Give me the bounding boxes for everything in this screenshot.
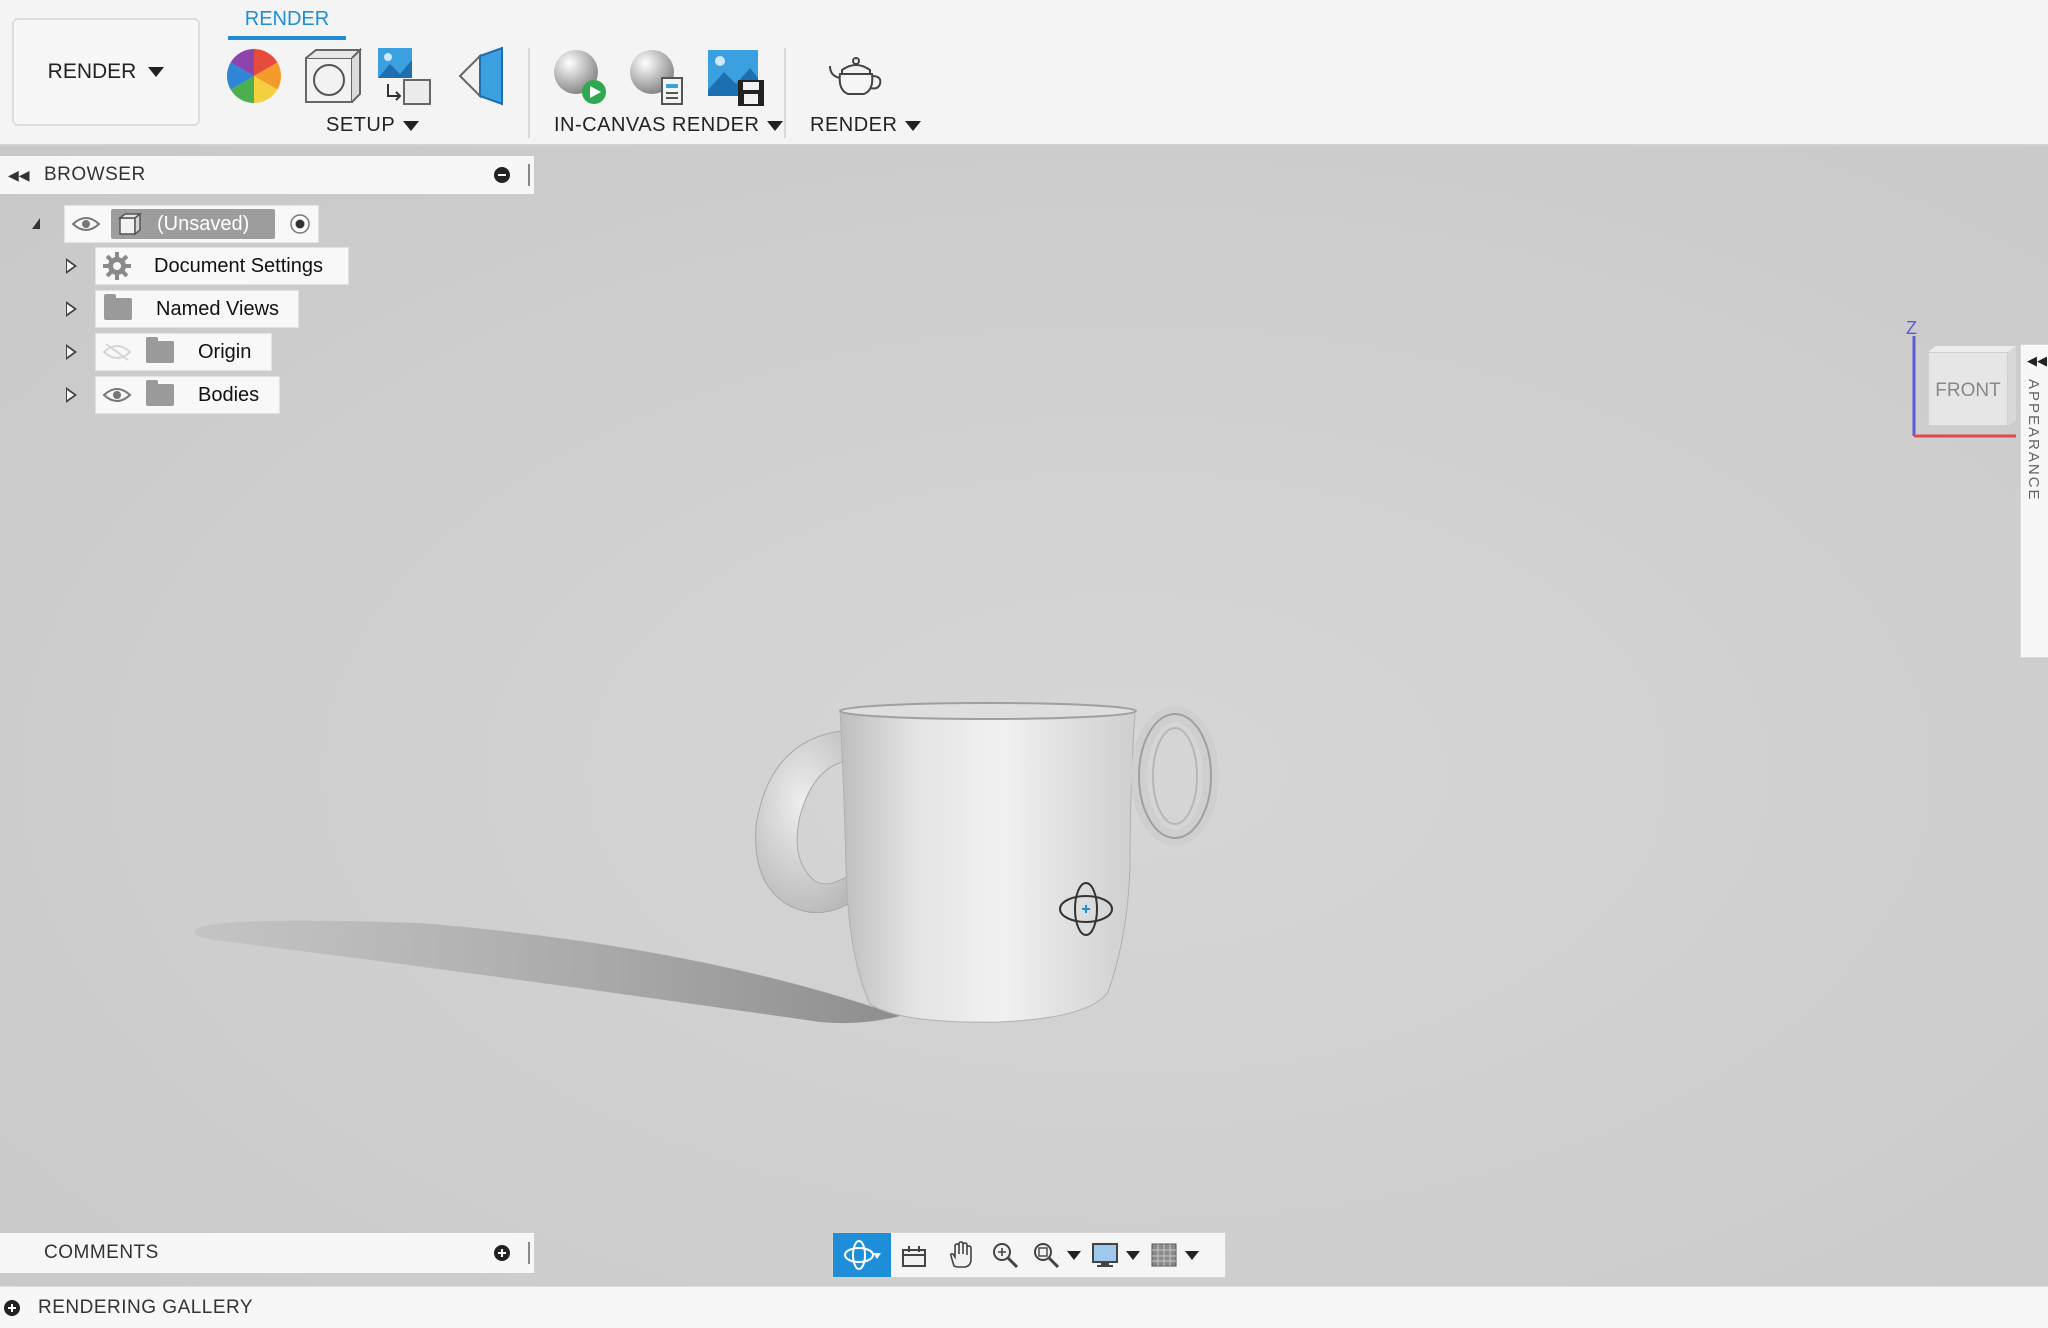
comments-panel[interactable]: COMMENTS (0, 1233, 534, 1273)
decal-icon (458, 46, 503, 106)
rendering-gallery-bar[interactable]: RENDERING GALLERY (0, 1286, 2048, 1328)
zoom-button[interactable] (983, 1233, 1027, 1277)
collapse-panel-icon[interactable]: ◀◀ (8, 167, 30, 184)
tab-render[interactable]: RENDER (228, 6, 346, 40)
browser-item-named-views[interactable]: Named Views (95, 290, 299, 328)
viewcube[interactable]: Z X FRONT (1900, 314, 2040, 454)
expand-icon[interactable] (66, 258, 77, 274)
render-group-label[interactable]: RENDER (810, 114, 922, 137)
render-settings-icon (630, 50, 683, 105)
eye-icon (102, 388, 132, 402)
item-label: Named Views (156, 297, 280, 320)
item-label: Bodies (198, 383, 260, 406)
expand-panel-icon: ◀◀ (2027, 353, 2047, 368)
item-label: Origin (198, 340, 252, 363)
item-label: Document Settings (154, 254, 323, 277)
root-node-label: (Unsaved) (157, 212, 250, 235)
pan-button[interactable] (937, 1233, 983, 1277)
orbit-icon (844, 1240, 881, 1270)
zoom-icon (993, 1243, 1019, 1269)
resize-grip[interactable] (528, 164, 530, 186)
chevron-down-icon (905, 120, 922, 131)
grid-settings-button[interactable] (1145, 1233, 1203, 1277)
collapse-root-icon[interactable] (32, 218, 40, 229)
toolbar: RENDER RENDER SETUP IN-CANVAS RENDER REN… (0, 0, 2048, 145)
chevron-down-icon[interactable] (1185, 1250, 1199, 1260)
capture-image-icon (708, 50, 764, 106)
viewcube-z-label: Z (1906, 318, 1917, 338)
browser-item-origin[interactable]: Origin (95, 333, 272, 371)
in-canvas-render-settings-button[interactable] (624, 44, 688, 108)
in-canvas-render-label: IN-CANVAS RENDER (554, 114, 760, 136)
workspace-label: RENDER (47, 60, 137, 83)
appearance-panel-tab[interactable]: ◀◀ APPEARANCE (2020, 344, 2048, 658)
resize-grip[interactable] (528, 1242, 530, 1264)
setup-label: SETUP (326, 114, 396, 136)
toolbar-separator (528, 48, 530, 138)
toolbar-separator (784, 48, 786, 138)
component-tile: (Unsaved) (111, 209, 275, 239)
appearance-icon (305, 47, 363, 103)
chevron-down-icon (403, 120, 420, 131)
folder-icon (146, 337, 174, 363)
scene-settings-button[interactable] (222, 44, 286, 108)
texture-map-button[interactable] (374, 44, 438, 108)
rendering-gallery-title: RENDERING GALLERY (38, 1296, 254, 1318)
browser-item-bodies[interactable]: Bodies (95, 376, 280, 414)
canvas-viewport[interactable]: Z X FRONT ◀◀ APPEARANCE (0, 146, 2048, 1286)
navigation-bar (832, 1232, 1226, 1278)
activate-radio-icon (290, 214, 310, 234)
display-settings-button[interactable] (1085, 1233, 1145, 1277)
teapot-icon (829, 57, 882, 95)
browser-title: BROWSER (44, 164, 146, 185)
browser-header[interactable]: ◀◀ BROWSER (0, 156, 534, 194)
orbit-button[interactable] (833, 1233, 891, 1277)
in-canvas-render-group-label[interactable]: IN-CANVAS RENDER (554, 114, 784, 137)
appearance-button[interactable] (298, 44, 363, 108)
setup-group-label[interactable]: SETUP (326, 114, 420, 137)
folder-icon (146, 380, 174, 406)
browser-root-node[interactable]: (Unsaved) (64, 205, 319, 243)
chevron-down-icon[interactable] (1067, 1250, 1081, 1260)
eye-icon (71, 217, 101, 231)
expand-icon[interactable] (66, 344, 77, 360)
capture-image-button[interactable] (704, 44, 768, 108)
expand-gallery-icon[interactable] (4, 1299, 20, 1316)
chevron-down-icon (148, 67, 165, 77)
render-label: RENDER (810, 114, 898, 136)
minimize-icon[interactable] (494, 167, 510, 183)
look-at-button[interactable] (891, 1233, 937, 1277)
decal-button[interactable] (450, 44, 514, 108)
workspace-switcher[interactable]: RENDER (12, 18, 200, 126)
gear-icon (103, 252, 131, 280)
render-sphere-play-icon (554, 50, 606, 104)
appearance-panel-label: APPEARANCE (2025, 379, 2042, 502)
folder-icon (104, 294, 132, 320)
expand-icon[interactable] (66, 301, 77, 317)
eye-hidden-icon (102, 343, 132, 361)
expand-icon[interactable] (66, 387, 77, 403)
fit-button[interactable] (1027, 1233, 1085, 1277)
component-icon (117, 212, 143, 236)
chevron-down-icon[interactable] (1126, 1250, 1140, 1260)
color-wheel-icon (226, 48, 282, 104)
chevron-down-icon (767, 120, 784, 131)
render-button[interactable] (824, 44, 888, 108)
fit-icon (1034, 1243, 1060, 1269)
viewcube-face-label: FRONT (1935, 380, 2001, 401)
add-comment-icon[interactable] (494, 1245, 510, 1261)
display-settings-icon (1092, 1243, 1118, 1267)
texture-map-icon (378, 48, 431, 105)
comments-title: COMMENTS (44, 1242, 159, 1263)
grid-icon (1151, 1243, 1177, 1267)
browser-item-document-settings[interactable]: Document Settings (95, 247, 349, 285)
mug-model (194, 702, 1219, 1024)
look-at-icon (902, 1246, 926, 1267)
in-canvas-render-button[interactable] (548, 44, 612, 108)
pan-icon (949, 1241, 972, 1268)
